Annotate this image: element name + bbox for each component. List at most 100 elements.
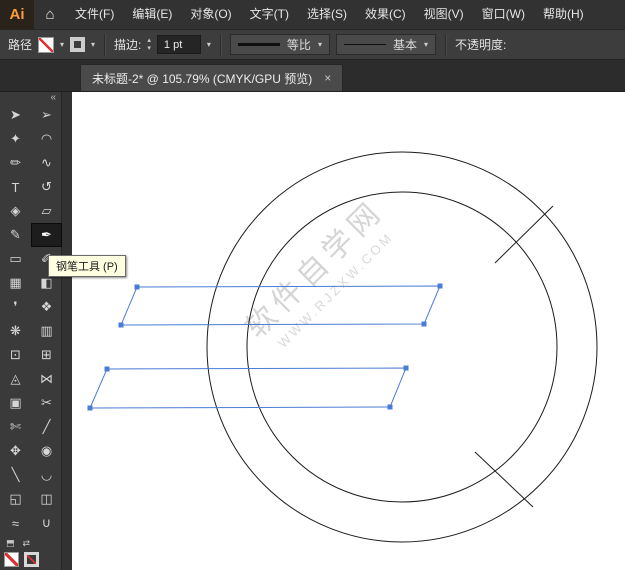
menu-edit[interactable]: 编辑(E): [123, 0, 181, 29]
lasso-tool[interactable]: ◠: [31, 127, 62, 151]
join-tool[interactable]: ∪: [31, 511, 62, 535]
main-area: « ➤ ➢ ✦ ◠ ✏ ∿ T ↺ ◈ ▱ ✎ ✒ ▭ ✐ ▦ ◧ ❜ ❖ ❋ ▥ ⊡ ⊞ ◬ ⋈ ▣ ✂ ✄ ╱ ✥ ◉ ╲ ◡ ◱ ◫ ≈ ∪ ⬒…: [0, 92, 625, 570]
selected-parallelogram-path[interactable]: [89, 367, 407, 409]
hand-tool[interactable]: ✥: [0, 439, 31, 463]
pen-tool[interactable]: ✒: [31, 223, 62, 247]
paintbrush-tool[interactable]: ✏: [0, 151, 31, 175]
menu-window[interactable]: 窗口(W): [473, 0, 534, 29]
artboard-canvas[interactable]: 软件自学网 WWW.RJZXW.COM: [72, 92, 625, 570]
menu-file[interactable]: 文件(F): [66, 0, 123, 29]
stroke-weight-stepper[interactable]: ▴ ▾: [147, 37, 151, 52]
anchor-point[interactable]: [403, 365, 409, 371]
shape-builder-tool[interactable]: ⊞: [31, 343, 62, 367]
artboard-tool[interactable]: ▣: [0, 391, 31, 415]
stroke-weight-caret-icon[interactable]: ▾: [207, 40, 211, 49]
menu-object[interactable]: 对象(O): [181, 0, 240, 29]
magic-wand-tool[interactable]: ✦: [0, 127, 31, 151]
curvature-tool[interactable]: ∿: [31, 151, 62, 175]
menu-view[interactable]: 视图(V): [415, 0, 473, 29]
eraser-tool[interactable]: ◈: [0, 199, 31, 223]
artwork-tick-line[interactable]: [494, 205, 554, 264]
arc-tool-icon: ◡: [40, 467, 53, 482]
stepper-up-icon[interactable]: ▴: [147, 37, 151, 45]
slice-tool[interactable]: ✂: [31, 391, 62, 415]
selection-tool[interactable]: ➤: [0, 103, 31, 127]
stroke-weight-label: 描边:: [114, 38, 142, 52]
perspective-grid-tool[interactable]: ◬: [0, 367, 31, 391]
brush-definition-dropdown[interactable]: 基本 ▾: [335, 34, 436, 55]
anchor-point[interactable]: [87, 405, 93, 411]
knife-tool[interactable]: ╱: [31, 415, 62, 439]
column-graph-tool[interactable]: ▥: [31, 319, 62, 343]
width-profile-value: 等比: [286, 38, 311, 52]
rectangle-tool[interactable]: ▭: [0, 247, 31, 271]
shaper-tool-icon: ✎: [10, 227, 21, 242]
blend-tool-icon: ❖: [40, 299, 53, 314]
anchor-point[interactable]: [118, 322, 124, 328]
tool-panel-header: «: [0, 92, 61, 103]
artboard-tool-icon: ▣: [9, 395, 22, 410]
artwork-tick-line[interactable]: [474, 451, 534, 508]
smooth-tool-icon: ≈: [11, 515, 20, 531]
fill-none-swatch[interactable]: [38, 36, 55, 53]
artwork-circle[interactable]: [246, 191, 558, 503]
swap-colors-icon[interactable]: ⇄: [23, 538, 31, 549]
eyedropper-tool[interactable]: ❜: [0, 295, 31, 319]
type-tool-icon: T: [11, 179, 20, 195]
artwork-circle[interactable]: [206, 151, 598, 543]
shear-tool[interactable]: ▱: [31, 199, 62, 223]
arc-tool[interactable]: ◡: [31, 463, 62, 487]
menu-select[interactable]: 选择(S): [298, 0, 356, 29]
perspective-grid-tool-icon: ◬: [10, 371, 21, 386]
scale-tool[interactable]: ◱: [0, 487, 31, 511]
anchor-point[interactable]: [134, 284, 140, 290]
mesh-tool[interactable]: ▦: [0, 271, 31, 295]
stroke-weight-field[interactable]: 1 pt: [156, 35, 201, 54]
default-colors-icon[interactable]: ⬒: [6, 538, 15, 549]
toolbar-gutter: « ➤ ➢ ✦ ◠ ✏ ∿ T ↺ ◈ ▱ ✎ ✒ ▭ ✐ ▦ ◧ ❜ ❖ ❋ ▥ ⊡ ⊞ ◬ ⋈ ▣ ✂ ✄ ╱ ✥ ◉ ╲ ◡ ◱ ◫ ≈ ∪ ⬒…: [0, 92, 72, 570]
fill-stroke-indicator: [4, 550, 57, 567]
stroke-color-swatch[interactable]: [70, 37, 86, 52]
anchor-point[interactable]: [387, 404, 393, 410]
collapse-panel-icon[interactable]: «: [50, 92, 56, 103]
anchor-point[interactable]: [437, 283, 443, 289]
separator: [444, 33, 446, 56]
eraser-tool-icon: ◈: [10, 203, 21, 218]
line-segment-tool-icon: ╲: [11, 467, 20, 482]
gradient-tool-icon: ◧: [40, 275, 53, 290]
type-tool[interactable]: T: [0, 175, 31, 199]
fill-caret-icon[interactable]: ▾: [60, 40, 64, 49]
anchor-point[interactable]: [421, 321, 427, 327]
reflect-tool[interactable]: ◫: [31, 487, 62, 511]
stroke-color-indicator-swatch[interactable]: [24, 552, 39, 567]
symbol-sprayer-tool[interactable]: ❋: [0, 319, 31, 343]
width-tool[interactable]: ⋈: [31, 367, 62, 391]
color-controls: ⬒ ⇄: [0, 535, 61, 570]
scissors-tool[interactable]: ✄: [0, 415, 31, 439]
stroke-caret-icon[interactable]: ▾: [91, 40, 95, 49]
shaper-tool[interactable]: ✎: [0, 223, 31, 247]
width-profile-preview-icon: [237, 43, 280, 46]
eyedropper-tool-icon: ❜: [13, 299, 18, 314]
width-profile-dropdown[interactable]: 等比 ▾: [229, 34, 330, 55]
slice-tool-icon: ✂: [41, 395, 52, 410]
menu-effect[interactable]: 效果(C): [356, 0, 415, 29]
selection-tool-icon: ➤: [10, 107, 21, 122]
selected-parallelogram-path[interactable]: [120, 285, 441, 326]
line-segment-tool[interactable]: ╲: [0, 463, 31, 487]
rotate-tool[interactable]: ↺: [31, 175, 62, 199]
free-transform-tool[interactable]: ⊡: [0, 343, 31, 367]
zoom-tool[interactable]: ◉: [31, 439, 62, 463]
fill-color-swatch[interactable]: [4, 552, 19, 567]
anchor-point[interactable]: [104, 366, 110, 372]
smooth-tool[interactable]: ≈: [0, 511, 31, 535]
menu-help[interactable]: 帮助(H): [534, 0, 593, 29]
blend-tool[interactable]: ❖: [31, 295, 62, 319]
tab-close-icon[interactable]: ×: [324, 71, 331, 85]
document-tab[interactable]: 未标题-2* @ 105.79% (CMYK/GPU 预览) ×: [80, 64, 344, 91]
document-tab-title: 未标题-2* @ 105.79% (CMYK/GPU 预览): [92, 71, 313, 86]
menu-type[interactable]: 文字(T): [241, 0, 298, 29]
stepper-down-icon[interactable]: ▾: [147, 45, 151, 53]
home-icon[interactable]: ⌂: [34, 6, 66, 23]
direct-selection-tool[interactable]: ➢: [31, 103, 62, 127]
